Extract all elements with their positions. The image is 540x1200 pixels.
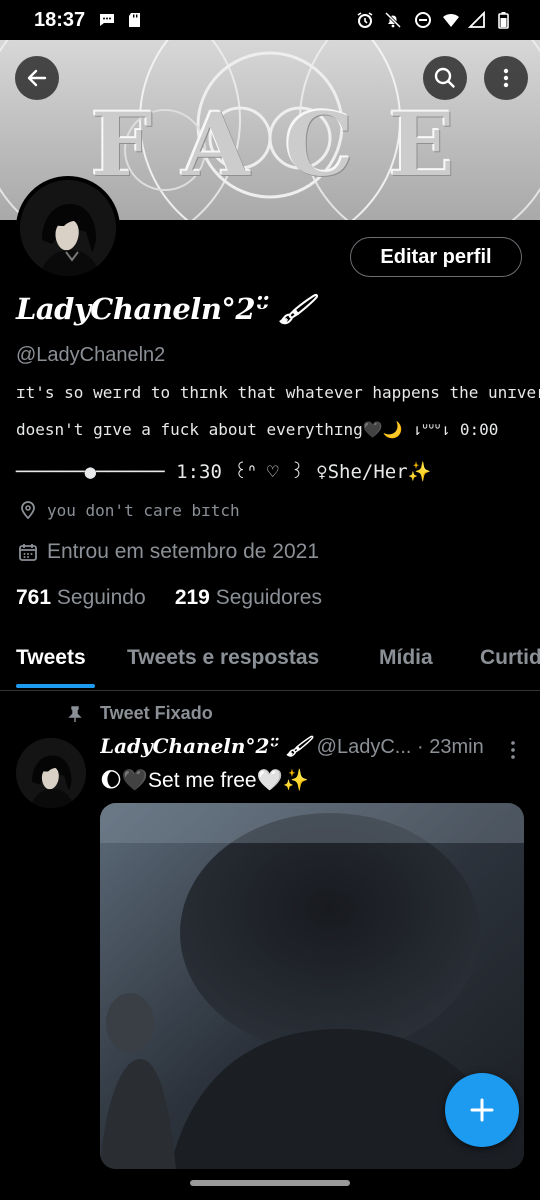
status-bar: 18:37: [0, 0, 540, 40]
bio-line-2: doesn't gɪve a fuck about everythɪng🖤🌙 ⇂…: [16, 420, 499, 439]
tab-media[interactable]: Mídia: [379, 646, 433, 670]
tweet-author-name[interactable]: LadyChaneln°2ᵕ̈ 🖌: [100, 734, 311, 758]
banner-text: FACE: [90, 92, 489, 196]
profile-tabs: Tweets Tweets e respostas Mídia Curtidas: [0, 628, 540, 691]
location-text: you don't care bɪtch: [47, 500, 240, 520]
tweet-time: 23min: [429, 736, 484, 758]
tweet-author-avatar[interactable]: [16, 738, 86, 808]
profile-display-name: LadyChaneln°2ᵕ̈ 🖌: [16, 292, 315, 326]
following-link[interactable]: 761 Seguindo: [16, 586, 146, 609]
bio-line-1: ɪt's so weɪrd to thɪnk that whatever hap…: [16, 383, 540, 402]
do-not-disturb-icon: [415, 12, 431, 28]
followers-link[interactable]: 219 Seguidores: [175, 586, 322, 609]
more-vertical-icon: [511, 741, 515, 759]
avatar-photo: [20, 180, 116, 276]
status-time: 18:37: [34, 9, 86, 31]
search-icon: [434, 67, 455, 88]
pinned-label-text: Tweet Fixado: [100, 703, 213, 723]
bell-off-icon: [384, 11, 402, 29]
profile-handle: @LadyChaneln2: [16, 344, 166, 366]
bio-line-3: ──────●────── 1:30 ꒰ᐢ ♡ ꒱ ♀She/Her✨: [16, 461, 432, 483]
followers-count: 219: [174, 586, 210, 609]
tab-tweets[interactable]: Tweets: [16, 646, 86, 670]
tab-likes[interactable]: Curtidas: [480, 646, 540, 670]
profile-avatar[interactable]: [16, 176, 120, 280]
compose-tweet-button[interactable]: [445, 1073, 519, 1147]
follow-stats: 761 Seguindo 219 Seguidores: [16, 586, 322, 610]
signal-icon: [468, 11, 485, 28]
more-vertical-icon: [503, 68, 509, 88]
tweet-author-handle[interactable]: @LadyC...: [317, 736, 412, 758]
sd-card-icon: [129, 13, 140, 27]
battery-icon: [498, 12, 509, 29]
joined-text: Entrou em setembro de 2021: [47, 540, 319, 563]
plus-icon: [470, 1098, 494, 1122]
active-tab-indicator: [16, 684, 95, 688]
tweet-more-button[interactable]: [503, 738, 523, 767]
search-button[interactable]: [423, 56, 467, 100]
more-button[interactable]: [484, 56, 528, 100]
followers-label: Seguidores: [215, 586, 322, 609]
wifi-icon: [443, 13, 459, 27]
following-count: 761: [16, 586, 52, 609]
edit-profile-button[interactable]: Editar perfil: [350, 237, 522, 277]
tweet-header: LadyChaneln°2ᵕ̈ 🖌 @LadyC... · 23min: [100, 734, 525, 759]
home-gesture-bar[interactable]: [190, 1180, 350, 1186]
chat-notification-icon: [100, 14, 114, 26]
location-pin-icon: [21, 501, 35, 520]
profile-joined-date: Entrou em setembro de 2021: [18, 540, 319, 564]
following-label: Seguindo: [56, 586, 146, 609]
profile-location: you don't care bɪtch: [18, 500, 240, 520]
arrow-left-icon: [27, 69, 47, 87]
tweet-separator: ·: [417, 736, 424, 758]
back-button[interactable]: [15, 56, 59, 100]
tweet-text: 🌔🖤Set me free🤍✨: [100, 769, 309, 792]
tab-tweets-and-replies[interactable]: Tweets e respostas: [127, 646, 319, 670]
pin-icon: [68, 705, 82, 722]
pinned-tweet-label: Tweet Fixado: [66, 703, 213, 724]
alarm-icon: [357, 12, 373, 28]
calendar-icon: [19, 544, 37, 561]
tweet-avatar-photo: [16, 738, 86, 808]
